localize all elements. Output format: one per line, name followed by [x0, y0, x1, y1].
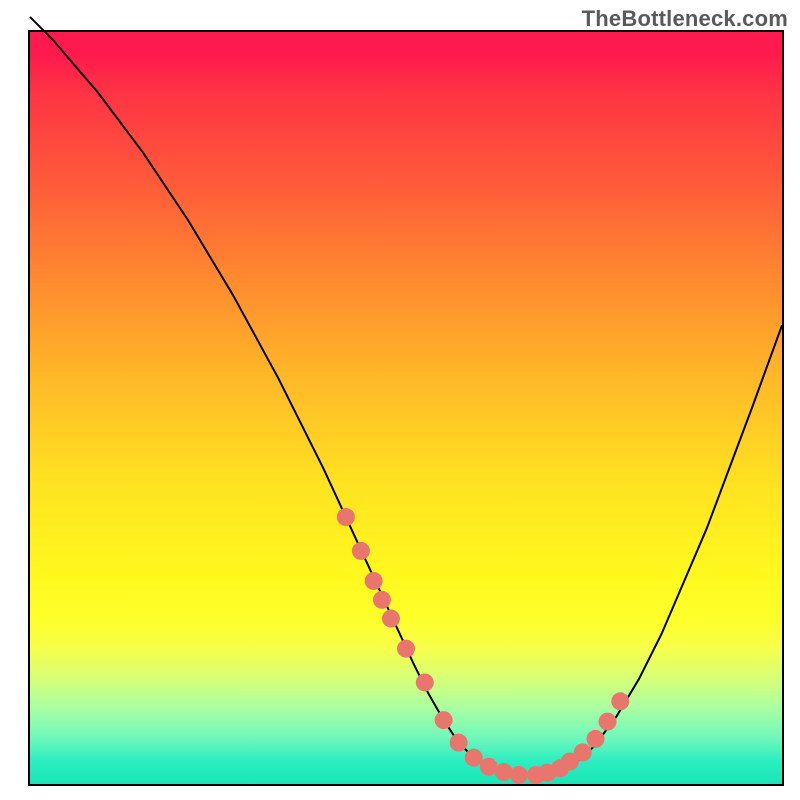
- plot-area: [28, 30, 784, 786]
- highlight-dot: [337, 508, 355, 526]
- bottleneck-curve: [30, 17, 782, 777]
- highlight-dot: [450, 734, 468, 752]
- highlight-dot: [373, 591, 391, 609]
- highlight-dot: [365, 572, 383, 590]
- highlight-dot: [382, 610, 400, 628]
- highlight-dot: [574, 743, 592, 761]
- highlight-dot: [397, 640, 415, 658]
- chart-stage: TheBottleneck.com: [0, 0, 800, 800]
- highlight-dot: [435, 711, 453, 729]
- highlight-dot: [611, 692, 629, 710]
- highlight-dot: [587, 730, 605, 748]
- highlight-dot: [510, 766, 528, 784]
- highlight-dot: [465, 749, 483, 767]
- highlight-dot: [599, 713, 617, 731]
- chart-svg: [30, 32, 782, 784]
- highlight-dot: [416, 673, 434, 691]
- watermark-label: TheBottleneck.com: [582, 6, 788, 32]
- highlight-dot: [495, 763, 513, 781]
- highlight-dots-group: [337, 508, 629, 784]
- highlight-dot: [352, 542, 370, 560]
